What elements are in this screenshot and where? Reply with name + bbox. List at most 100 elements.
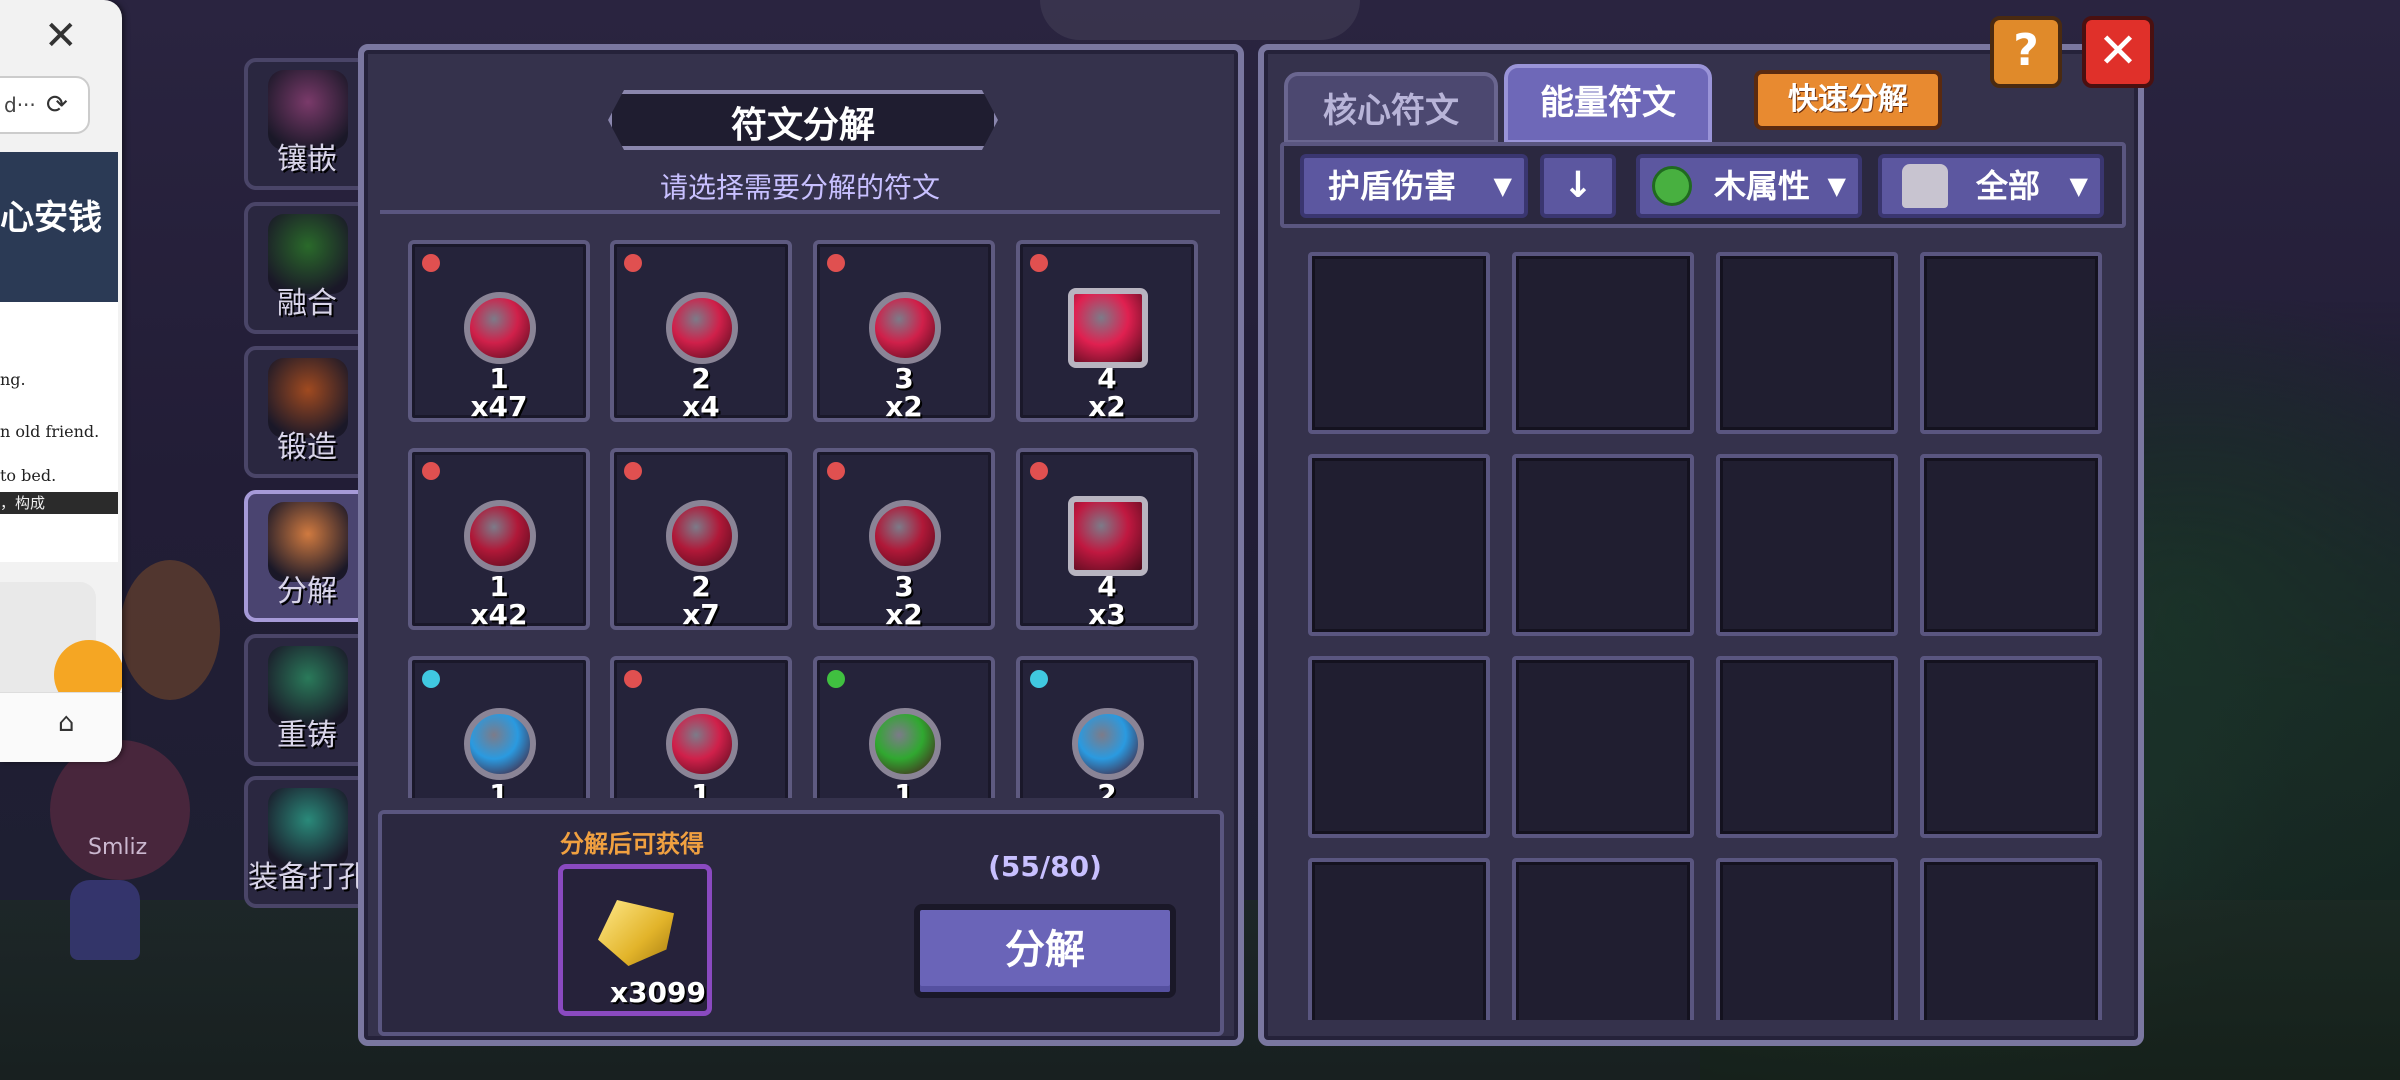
rune-slot[interactable]: 1 x42 (408, 448, 590, 631)
wood-element-icon (1652, 166, 1692, 206)
element-marker-icon (422, 462, 440, 480)
home-icon[interactable]: ⌂ (58, 708, 75, 738)
background-moon (1040, 0, 1360, 40)
rune-list[interactable]: 1 x47 2 x4 3 x2 4 x2 1 x42 2 x7 3 x2 4 x3 1 1 1 2 (380, 222, 1220, 798)
rune-count: x2 (885, 598, 923, 631)
side-tab-5[interactable]: 装备打孔 (244, 776, 370, 908)
browser-highlight-line: ，构成 (0, 492, 118, 514)
empty-rune-slot[interactable] (1920, 858, 2102, 1020)
empty-rune-slot[interactable] (1716, 454, 1898, 636)
tab-core-runes[interactable]: 核心符文 (1284, 72, 1498, 144)
sort-button[interactable]: ↓ (1540, 154, 1616, 218)
floating-browser-window[interactable]: ✕ d··· ⟳ 心安钱 ng. n old friend. to bed. ，… (0, 0, 122, 762)
rune-slot[interactable]: 2 x7 (610, 448, 792, 631)
rune-slot[interactable]: 1 (408, 656, 590, 798)
empty-rune-slot[interactable] (1716, 656, 1898, 838)
side-tab-1[interactable]: 融合 (244, 202, 370, 334)
rune-level: 1 (489, 778, 509, 798)
element-filter-dropdown[interactable]: 木属性 ▼ (1636, 154, 1862, 218)
panel-subtitle: 请选择需要分解的符文 (659, 171, 940, 204)
empty-rune-slot[interactable] (1716, 858, 1898, 1020)
help-button[interactable]: ? (1990, 16, 2062, 88)
empty-rune-slot[interactable] (1512, 858, 1694, 1020)
fire-rune-icon (1068, 288, 1148, 368)
side-tab-label: 重铸 (277, 718, 337, 753)
fire-rune-icon (464, 292, 536, 364)
empty-rune-slot[interactable] (1308, 656, 1490, 838)
browser-reload-icon[interactable]: ⟳ (46, 90, 68, 120)
empty-rune-slot[interactable] (1308, 858, 1490, 1020)
rune-slot[interactable]: 2 (1016, 656, 1198, 798)
side-tab-label: 融合 (277, 286, 337, 321)
chevron-down-icon: ▼ (1493, 172, 1512, 200)
element-marker-icon (1030, 670, 1048, 688)
element-marker-icon (624, 462, 642, 480)
selected-rune-grid[interactable] (1280, 228, 2126, 1020)
rune-slot[interactable]: 1 (610, 656, 792, 798)
empty-rune-slot[interactable] (1512, 454, 1694, 636)
empty-rune-slot[interactable] (1512, 656, 1694, 838)
empty-rune-slot[interactable] (1920, 656, 2102, 838)
rune-count: x3 (1088, 598, 1126, 631)
rune-count: x47 (470, 390, 528, 423)
side-tab-label: 装备打孔 (248, 860, 368, 895)
element-filter-label: 木属性 (1714, 167, 1811, 205)
close-button[interactable]: ✕ (2082, 16, 2154, 88)
empty-rune-slot[interactable] (1512, 252, 1694, 434)
fire-rune-icon (869, 500, 941, 572)
rune-slot[interactable]: 3 x2 (813, 448, 995, 631)
scope-filter-dropdown[interactable]: 全部 ▼ (1878, 154, 2104, 218)
element-marker-icon (827, 670, 845, 688)
lightning-rune-icon (666, 708, 738, 780)
rune-count: x2 (1088, 390, 1126, 423)
browser-close-icon[interactable]: ✕ (44, 16, 78, 56)
empty-rune-slot[interactable] (1920, 252, 2102, 434)
side-tab-0[interactable]: 镶嵌 (244, 58, 370, 190)
rune-count: x42 (470, 598, 528, 631)
empty-rune-slot[interactable] (1920, 454, 2102, 636)
decompose-button[interactable]: 分解 (914, 904, 1176, 998)
lightning-rune-icon (1072, 708, 1144, 780)
empty-rune-slot[interactable] (1308, 252, 1490, 434)
rune-slot[interactable]: 3 x2 (813, 240, 995, 423)
element-marker-icon (1030, 462, 1048, 480)
element-marker-icon (1030, 254, 1048, 272)
side-tab-2[interactable]: 锻造 (244, 346, 370, 478)
scope-filter-label: 全部 (1976, 167, 2041, 205)
background-sign (120, 560, 220, 700)
side-tab-3[interactable]: 分解 (244, 490, 370, 622)
element-marker-icon (422, 670, 440, 688)
rune-level: 1 (691, 778, 711, 798)
side-tab-label: 分解 (277, 574, 337, 609)
rune-count: x7 (682, 598, 720, 631)
lightning-rune-icon (464, 708, 536, 780)
rune-count: x4 (682, 390, 720, 423)
divider (380, 210, 1220, 214)
element-marker-icon (422, 254, 440, 272)
side-tab-4[interactable]: 重铸 (244, 634, 370, 766)
effect-filter-dropdown[interactable]: 护盾伤害 ▼ (1300, 154, 1528, 218)
tab-energy-runes[interactable]: 能量符文 (1504, 64, 1712, 144)
fire-rune-icon (464, 500, 536, 572)
fire-rune-icon (1068, 496, 1148, 576)
empty-rune-slot[interactable] (1308, 454, 1490, 636)
rune-level: 2 (1097, 778, 1117, 798)
gain-label: 分解后可获得 (560, 830, 704, 858)
browser-banner: 心安钱 (0, 152, 118, 302)
rune-slot[interactable]: 1 (813, 656, 995, 798)
lightning-rune-icon (869, 708, 941, 780)
rune-slot[interactable]: 1 x47 (408, 240, 590, 423)
quick-decompose-button[interactable]: 快速分解 (1754, 70, 1942, 130)
element-marker-icon (827, 462, 845, 480)
empty-rune-slot[interactable] (1716, 252, 1898, 434)
panel-title: 符文分解 (730, 105, 875, 146)
rune-slot[interactable]: 4 x2 (1016, 240, 1198, 423)
browser-text-line: to bed. (0, 466, 57, 485)
sort-arrow-icon: ↓ (1562, 165, 1594, 206)
browser-text-line: n old friend. (0, 422, 100, 441)
browser-url-bar[interactable]: d··· (0, 76, 90, 134)
browser-text-line: ng. (0, 370, 26, 389)
reward-count: x3099 (610, 976, 706, 1009)
rune-slot[interactable]: 4 x3 (1016, 448, 1198, 631)
rune-slot[interactable]: 2 x4 (610, 240, 792, 423)
